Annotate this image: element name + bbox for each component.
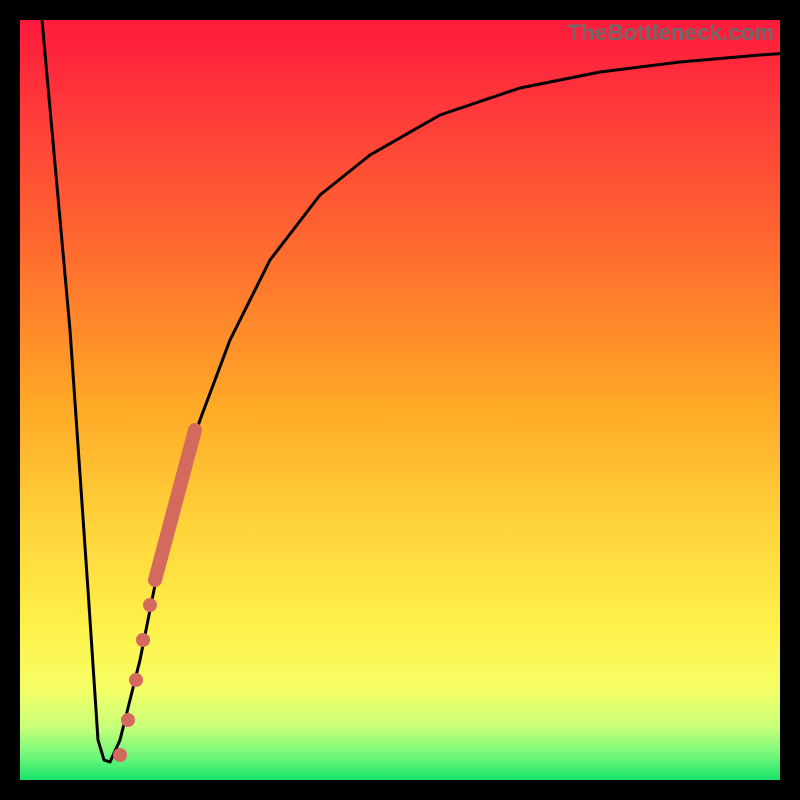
- plot-area: TheBottleneck.com: [20, 20, 780, 780]
- marker-dot: [143, 598, 157, 612]
- marker-dot: [136, 633, 150, 647]
- bottleneck-curve: [42, 20, 790, 762]
- marker-dot: [113, 748, 127, 762]
- highlighted-segment: [155, 430, 195, 580]
- chart-svg: [20, 20, 780, 780]
- marker-dot: [129, 673, 143, 687]
- chart-frame: TheBottleneck.com: [0, 0, 800, 800]
- marker-dot: [121, 713, 135, 727]
